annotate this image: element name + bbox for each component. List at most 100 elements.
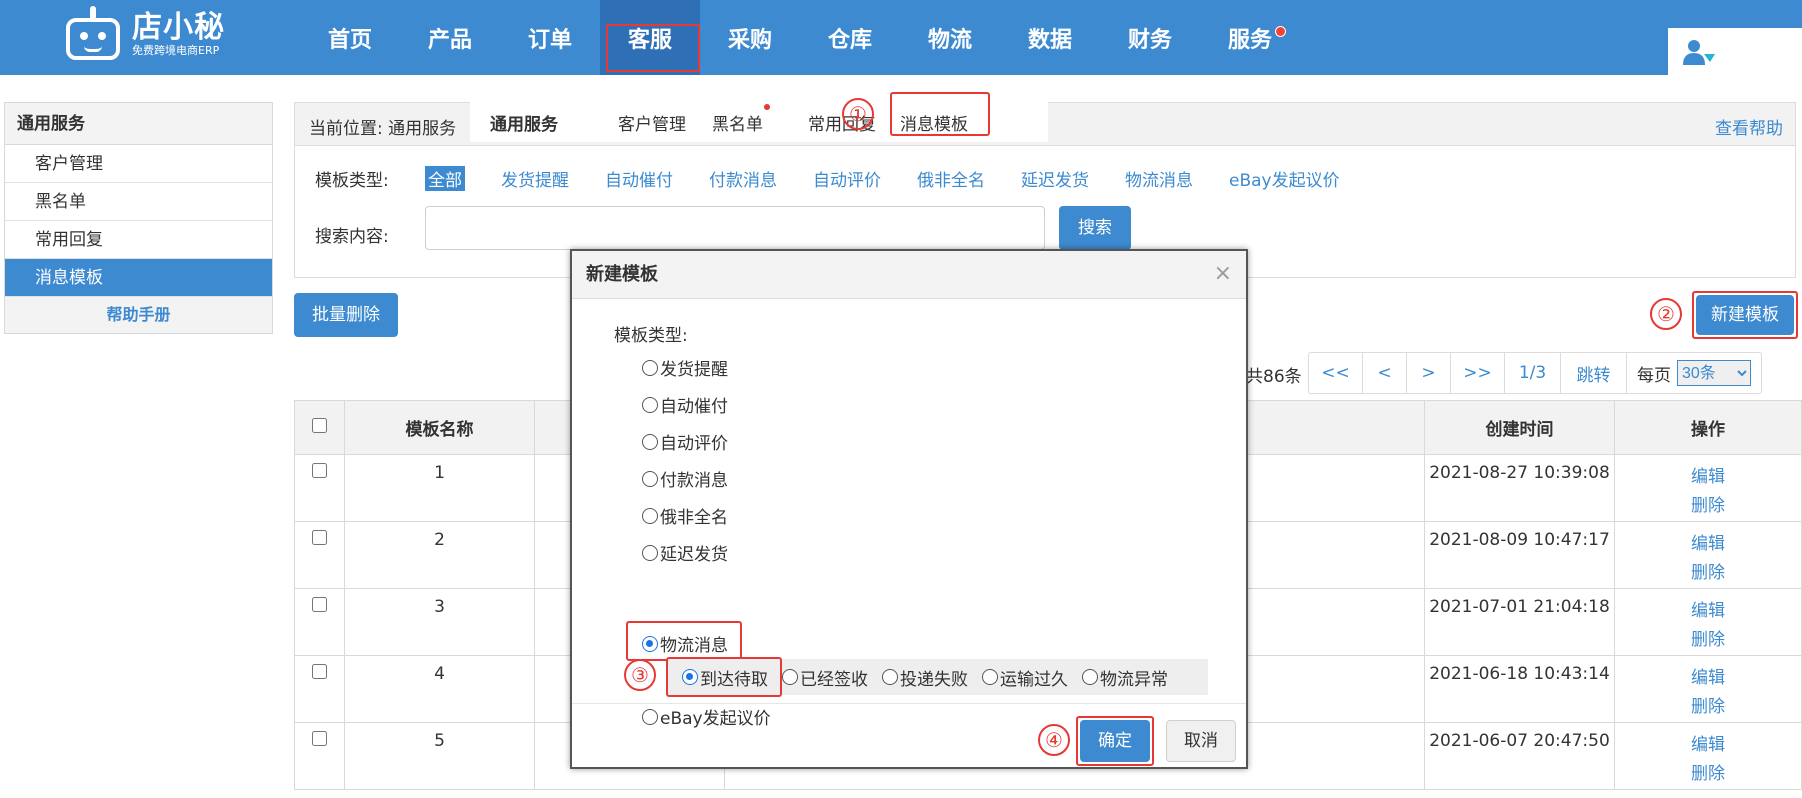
edit-link[interactable]: 编辑 xyxy=(1615,597,1801,626)
radio-icon[interactable] xyxy=(642,635,658,652)
filter-ebay-offer[interactable]: eBay发起议价 xyxy=(1229,166,1340,191)
radio-icon[interactable] xyxy=(982,669,998,685)
jump-button[interactable]: 跳转 xyxy=(1561,353,1627,393)
new-template-button[interactable]: 新建模板 xyxy=(1696,295,1794,335)
notification-dot xyxy=(764,104,770,110)
step-marker-2: ② xyxy=(1650,298,1682,330)
filter-auto-review[interactable]: 自动评价 xyxy=(813,166,881,191)
sub-option-too-long[interactable]: 运输过久 xyxy=(982,665,1068,690)
option-payment-message[interactable]: 付款消息 xyxy=(642,466,728,491)
delete-link[interactable]: 删除 xyxy=(1615,693,1801,722)
search-input[interactable] xyxy=(425,206,1045,250)
nav-services[interactable]: 服务 xyxy=(1200,0,1300,75)
row-checkbox[interactable] xyxy=(312,664,327,679)
sidebar-item-blacklist[interactable]: 黑名单 xyxy=(5,183,272,221)
radio-icon[interactable] xyxy=(642,544,658,561)
prev-page-button[interactable]: < xyxy=(1363,353,1407,393)
logo[interactable]: 店小秘 免费跨境电商ERP xyxy=(62,6,225,64)
user-area[interactable] xyxy=(1668,28,1802,75)
sub-option-signed[interactable]: 已经签收 xyxy=(782,665,868,690)
nav-purchasing[interactable]: 采购 xyxy=(700,0,800,75)
nav-label: 物流 xyxy=(927,27,972,53)
delete-link[interactable]: 删除 xyxy=(1615,492,1801,521)
close-icon[interactable]: × xyxy=(1214,261,1232,286)
brand-name: 店小秘 xyxy=(132,10,225,45)
radio-icon[interactable] xyxy=(882,669,898,685)
option-logistics-message[interactable]: 物流消息 xyxy=(642,631,728,656)
sidebar-item-customers[interactable]: 客户管理 xyxy=(5,145,272,183)
search-button[interactable]: 搜索 xyxy=(1059,206,1131,250)
nav-logistics[interactable]: 物流 xyxy=(900,0,1000,75)
sub-option-delivery-failed[interactable]: 投递失败 xyxy=(882,665,968,690)
last-page-button[interactable]: >> xyxy=(1451,353,1505,393)
option-shipping-reminder[interactable]: 发货提醒 xyxy=(642,355,728,380)
select-all-checkbox[interactable] xyxy=(312,417,327,433)
edit-link[interactable]: 编辑 xyxy=(1615,463,1801,492)
view-help-link[interactable]: 查看帮助 xyxy=(1715,114,1783,139)
row-checkbox[interactable] xyxy=(312,530,327,545)
radio-icon[interactable] xyxy=(642,433,658,450)
sidebar-item-message-templates[interactable]: 消息模板 xyxy=(5,259,272,297)
nav-products[interactable]: 产品 xyxy=(400,0,500,75)
nav-customer-service[interactable]: 客服 xyxy=(600,0,700,75)
radio-icon[interactable] xyxy=(642,396,658,413)
option-payment-reminder[interactable]: 自动催付 xyxy=(642,392,728,417)
edit-link[interactable]: 编辑 xyxy=(1615,530,1801,559)
nav-home[interactable]: 首页 xyxy=(300,0,400,75)
nav-finance[interactable]: 财务 xyxy=(1100,0,1200,75)
subnav-title: 通用服务 xyxy=(490,115,558,135)
row-name: 5 xyxy=(344,722,535,790)
row-created: 2021-06-18 10:43:14 xyxy=(1424,655,1615,723)
subnav-customers[interactable]: 客户管理 xyxy=(618,110,686,135)
breadcrumb-path[interactable]: 通用服务 xyxy=(388,119,456,139)
filter-delayed-shipping[interactable]: 延迟发货 xyxy=(1021,166,1089,191)
edit-link[interactable]: 编辑 xyxy=(1615,664,1801,693)
sub-option-label: 投递失败 xyxy=(900,669,968,690)
radio-icon[interactable] xyxy=(642,507,658,524)
filter-all[interactable]: 全部 xyxy=(425,166,465,191)
option-delayed-shipping[interactable]: 延迟发货 xyxy=(642,540,728,565)
batch-delete-button[interactable]: 批量删除 xyxy=(294,293,398,337)
delete-link[interactable]: 删除 xyxy=(1615,760,1801,789)
filter-payment-message[interactable]: 付款消息 xyxy=(709,166,777,191)
nav-warehouse[interactable]: 仓库 xyxy=(800,0,900,75)
per-page-select[interactable]: 30条 xyxy=(1677,360,1751,386)
row-checkbox[interactable] xyxy=(312,463,327,478)
subnav-message-templates[interactable]: 消息模板 xyxy=(900,110,968,135)
subnav-blacklist[interactable]: 黑名单 xyxy=(712,110,763,135)
first-page-button[interactable]: << xyxy=(1309,353,1363,393)
row-checkbox[interactable] xyxy=(312,597,327,612)
option-label: 发货提醒 xyxy=(660,360,728,380)
row-checkbox[interactable] xyxy=(312,731,327,746)
nav-data[interactable]: 数据 xyxy=(1000,0,1100,75)
next-page-button[interactable]: > xyxy=(1407,353,1451,393)
sidebar-help-link[interactable]: 帮助手册 xyxy=(5,297,272,333)
radio-icon[interactable] xyxy=(1082,669,1098,685)
sub-option-label: 物流异常 xyxy=(1100,669,1168,690)
radio-icon[interactable] xyxy=(642,470,658,487)
pagination: << < > >> 1/3 跳转 每页 30条 xyxy=(1308,352,1762,394)
cancel-button[interactable]: 取消 xyxy=(1166,720,1236,762)
filter-payment-reminder[interactable]: 自动催付 xyxy=(605,166,673,191)
row-check-cell xyxy=(294,722,345,790)
filter-logistics-message[interactable]: 物流消息 xyxy=(1125,166,1193,191)
nav-label: 服务 xyxy=(1227,27,1272,53)
confirm-button[interactable]: 确定 xyxy=(1080,720,1150,762)
nav-orders[interactable]: 订单 xyxy=(500,0,600,75)
sidebar-item-common-replies[interactable]: 常用回复 xyxy=(5,221,272,259)
template-type-label: 模板类型: xyxy=(315,171,389,191)
nav-label: 数据 xyxy=(1027,27,1072,53)
sidebar-title: 通用服务 xyxy=(5,103,272,145)
filter-shipping-reminder[interactable]: 发货提醒 xyxy=(501,166,569,191)
template-type-filters: 全部 发货提醒 自动催付 付款消息 自动评价 俄非全名 延迟发货 物流消息 eB… xyxy=(425,166,1376,191)
option-russia-africa-name[interactable]: 俄非全名 xyxy=(642,503,728,528)
nav-label: 仓库 xyxy=(827,27,872,53)
delete-link[interactable]: 删除 xyxy=(1615,559,1801,588)
delete-link[interactable]: 删除 xyxy=(1615,626,1801,655)
sub-option-exception[interactable]: 物流异常 xyxy=(1082,665,1168,690)
option-auto-review[interactable]: 自动评价 xyxy=(642,429,728,454)
edit-link[interactable]: 编辑 xyxy=(1615,731,1801,760)
radio-icon[interactable] xyxy=(642,359,658,376)
radio-icon[interactable] xyxy=(782,669,798,685)
filter-russia-africa-name[interactable]: 俄非全名 xyxy=(917,166,985,191)
